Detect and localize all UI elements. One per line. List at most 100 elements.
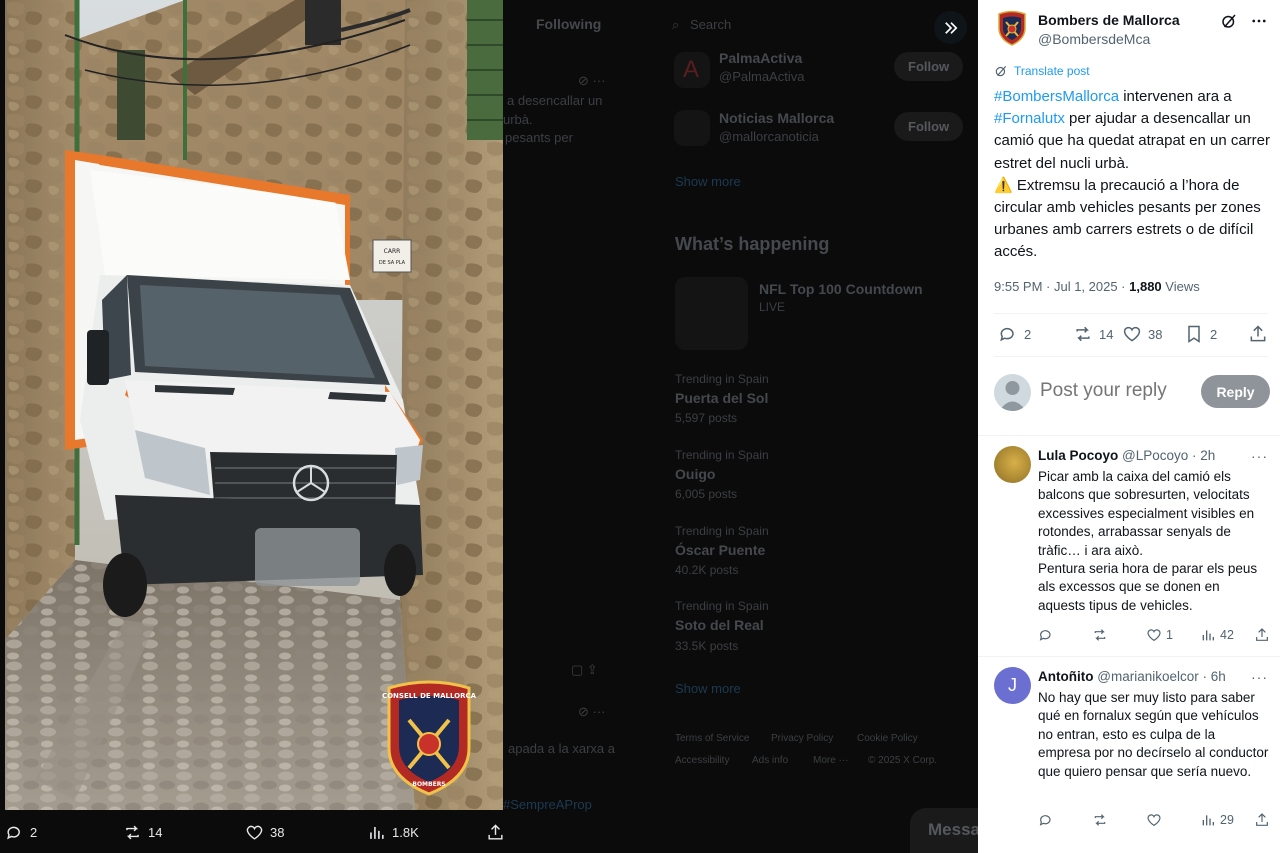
trend-context: Trending in Spain — [675, 372, 769, 386]
bookmark-button[interactable]: 2 — [1184, 324, 1217, 344]
post-warning-text: ⚠️ Extremsu la precaució a l’hora de cir… — [994, 176, 1261, 261]
like-button[interactable] — [1146, 812, 1162, 828]
reply-author-handle[interactable]: @LPocoyo — [1122, 448, 1188, 463]
heart-icon — [1147, 629, 1161, 642]
repost-button[interactable] — [1092, 627, 1108, 643]
repost-icon — [1076, 326, 1090, 342]
event-status: LIVE — [759, 300, 786, 314]
more-options-icon[interactable]: ··· — [1251, 448, 1268, 464]
share-button[interactable] — [1248, 324, 1268, 344]
repost-icon — [1094, 629, 1106, 641]
media-views-button[interactable]: 1.8K — [367, 823, 419, 842]
reply-icon — [1039, 815, 1051, 826]
like-button[interactable]: 1 — [1146, 627, 1173, 643]
views-button[interactable]: 42 — [1200, 627, 1234, 643]
reply-action-row: 1 42 — [1038, 627, 1270, 645]
reply-button[interactable] — [1038, 812, 1054, 828]
media-share-button[interactable] — [486, 823, 505, 842]
post-timestamp[interactable]: 9:55 PM · Jul 1, 2025 · — [994, 279, 1129, 294]
timeline-text-fragment: urbà. — [503, 112, 533, 127]
follow-button: Follow — [894, 112, 964, 141]
view-count: 42 — [1220, 628, 1234, 642]
more-options-icon[interactable] — [1250, 12, 1268, 30]
views-chart-icon — [1202, 630, 1214, 641]
translate-post-link[interactable]: Translate post — [994, 64, 1090, 78]
more-options-icon[interactable]: ··· — [1251, 669, 1268, 685]
author-handle[interactable]: @BombersdeMca — [1038, 31, 1180, 47]
search-placeholder: Search — [690, 17, 732, 32]
svg-text:DE SA PLA: DE SA PLA — [379, 260, 406, 266]
post-timestamp-views: 9:55 PM · Jul 1, 2025 · 1,880 Views — [994, 279, 1200, 294]
post-action-row: 2 14 38 2 — [994, 324, 1268, 348]
reply-submit-button[interactable]: Reply — [1201, 375, 1270, 408]
heart-icon — [246, 825, 263, 840]
grok-icon: ⊘ ··· — [578, 73, 606, 88]
reply-input[interactable] — [1040, 380, 1190, 402]
reply-avatar[interactable]: J — [994, 667, 1031, 704]
reply-time[interactable]: · 6h — [1199, 669, 1226, 684]
hashtag-link[interactable]: #Fornalutx — [994, 110, 1065, 127]
like-button[interactable]: 38 — [1122, 324, 1162, 344]
reply-item[interactable]: J Antoñito @marianikoelcor · 6h ··· No h… — [978, 657, 1280, 847]
bookmark-icon: ▢ ⇪ — [571, 662, 598, 677]
author-name[interactable]: Bombers de Mallorca — [1038, 12, 1180, 28]
reply-author-name[interactable]: Lula Pocoyo — [1038, 448, 1118, 463]
repost-button[interactable] — [1092, 812, 1108, 828]
trend-posts: 40.2K posts — [675, 563, 739, 577]
reply-time[interactable]: · 2h — [1188, 448, 1215, 463]
divider — [994, 313, 1268, 314]
post-text-segment: intervenen ara a — [1119, 88, 1232, 105]
footer-link: Cookie Policy — [857, 733, 918, 744]
reply-avatar[interactable] — [994, 446, 1031, 483]
share-button[interactable] — [1254, 812, 1270, 828]
expand-panel-button[interactable] — [934, 11, 967, 44]
post-media-image[interactable]: CARR DE SA PLA CONSELL DE MALLORCA BOMBE… — [5, 0, 503, 810]
reply-button[interactable]: 2 — [998, 324, 1031, 344]
timeline-text-fragment: a desencallar un — [507, 93, 603, 108]
reply-author-name[interactable]: Antoñito — [1038, 669, 1093, 684]
trend-posts: 5,597 posts — [675, 411, 738, 425]
grok-icon: ⊘ ··· — [578, 704, 606, 719]
who-to-follow-handle: @PalmaActiva — [719, 69, 805, 84]
media-reply-button[interactable]: 2 — [5, 823, 37, 842]
reply-icon — [1039, 630, 1051, 641]
trend-name: Puerta del Sol — [675, 390, 769, 406]
reply-author-handle[interactable]: @marianikoelcor — [1097, 669, 1199, 684]
share-button[interactable] — [1254, 627, 1270, 643]
views-chart-icon — [370, 826, 384, 839]
who-to-follow-handle: @mallorcanoticia — [719, 129, 819, 144]
timeline-text-fragment: #SempreAProp — [503, 797, 592, 812]
views-button[interactable]: 29 — [1200, 812, 1234, 828]
user-avatar[interactable] — [994, 374, 1031, 411]
reply-button[interactable] — [1038, 627, 1054, 643]
svg-text:BOMBERS: BOMBERS — [412, 781, 445, 788]
repost-button[interactable]: 14 — [1073, 324, 1113, 344]
post-detail-panel: Bombers de Mallorca @BombersdeMca Transl… — [978, 0, 1280, 853]
media-like-button[interactable]: 38 — [245, 823, 284, 842]
divider — [994, 356, 1268, 357]
footer-link: Ads info — [752, 755, 789, 766]
reply-header: Lula Pocoyo @LPocoyo · 2h — [1038, 448, 1215, 463]
reply-item[interactable]: Lula Pocoyo @LPocoyo · 2h ··· Picar amb … — [978, 436, 1280, 656]
trend-name: Ouigo — [675, 466, 716, 482]
footer-link: Privacy Policy — [771, 733, 834, 744]
footer-link: Accessibility — [675, 755, 730, 766]
follow-button: Follow — [894, 52, 964, 81]
reply-count: 2 — [1024, 326, 1032, 342]
show-more-link: Show more — [675, 174, 741, 189]
hashtag-link[interactable]: #BombersMallorca — [994, 88, 1119, 105]
post-author[interactable]: Bombers de Mallorca @BombersdeMca — [994, 10, 1180, 47]
trend-name: Óscar Puente — [675, 542, 766, 558]
reply-text: Picar amb la caixa del camió els balcons… — [1038, 469, 1258, 613]
who-to-follow-name: Noticias Mallorca — [719, 110, 835, 126]
grok-icon[interactable] — [1220, 12, 1238, 30]
bombers-shield-logo-icon — [998, 10, 1026, 46]
timeline-text-fragment: pesants per — [505, 130, 573, 145]
event-thumbnail — [675, 277, 748, 350]
author-avatar[interactable] — [994, 10, 1030, 46]
event-title: NFL Top 100 Countdown — [759, 281, 923, 297]
share-icon — [1256, 813, 1268, 826]
media-repost-button[interactable]: 14 — [123, 823, 162, 842]
trend-posts: 6,005 posts — [675, 487, 738, 501]
media-action-bar: 2 14 38 1.8K — [0, 813, 520, 853]
